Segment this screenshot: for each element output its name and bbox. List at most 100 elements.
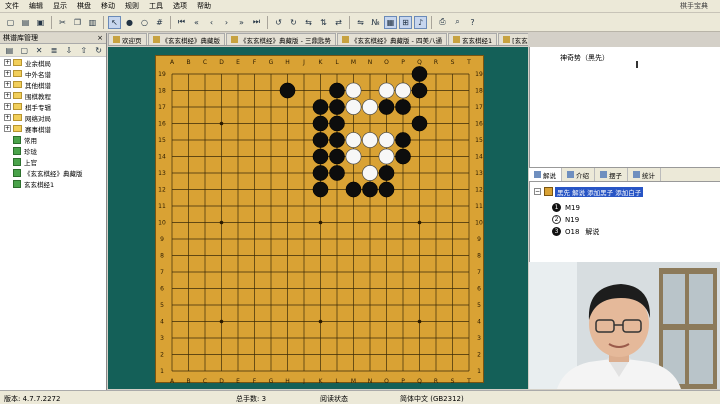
import-icon[interactable]: ⇩ xyxy=(62,44,75,57)
mirror-icon[interactable]: ⇄ xyxy=(332,16,345,29)
library-folder[interactable]: + 赛事棋谱 xyxy=(0,123,106,134)
document-tab[interactable]: 《玄玄棋经》典藏版 - 四美八通 xyxy=(336,33,447,45)
column-label: K xyxy=(319,59,324,66)
grid-icon[interactable]: # xyxy=(153,16,166,29)
toolbar-separator xyxy=(349,15,350,29)
collapse-icon[interactable]: − xyxy=(534,188,541,195)
white-stone xyxy=(345,82,362,99)
comment-text[interactable]: 神奇势（黑先） xyxy=(560,53,609,63)
status-total-moves: 总手数: 3 xyxy=(236,395,267,403)
library-record[interactable]: 玄玄棋经1 xyxy=(0,178,106,189)
tab-introduction[interactable]: 介绍 xyxy=(562,168,595,181)
menu-move[interactable]: 移动 xyxy=(96,0,120,13)
search-icon[interactable]: ⌕ xyxy=(451,16,464,29)
fast-forward-icon[interactable]: » xyxy=(235,16,248,29)
paste-icon[interactable]: ▥ xyxy=(86,16,99,29)
menu-edit[interactable]: 编辑 xyxy=(24,0,48,13)
black-stone-icon[interactable]: ● xyxy=(123,16,136,29)
go-board-grid[interactable]: AABBCCDDEEFFGGHHJJKKLLMMNNOOPPQQRRSSTT19… xyxy=(156,56,485,385)
expand-icon[interactable]: + xyxy=(4,103,11,110)
library-record[interactable]: 珍珑 xyxy=(0,145,106,156)
print-icon[interactable]: ⎙ xyxy=(436,16,449,29)
library-folder[interactable]: + 围棋教程 xyxy=(0,90,106,101)
white-stone-icon[interactable]: ○ xyxy=(138,16,151,29)
expand-icon[interactable]: + xyxy=(4,125,11,132)
new-record-icon[interactable]: ▢ xyxy=(18,44,31,57)
refresh-icon[interactable]: ↻ xyxy=(92,44,105,57)
rotate-right-icon[interactable]: ↻ xyxy=(287,16,300,29)
close-icon[interactable]: × xyxy=(97,34,103,42)
library-folder[interactable]: + 中外名谱 xyxy=(0,68,106,79)
copy-icon[interactable]: ❐ xyxy=(71,16,84,29)
expand-icon[interactable]: + xyxy=(4,70,11,77)
tab-commentary[interactable]: 解说 xyxy=(529,168,562,181)
white-stone xyxy=(345,132,362,148)
cut-icon[interactable]: ✂ xyxy=(56,16,69,29)
menu-file[interactable]: 文件 xyxy=(0,0,24,13)
black-stone xyxy=(312,148,329,165)
rotate-left-icon[interactable]: ↺ xyxy=(272,16,285,29)
library-record[interactable]: 常用 xyxy=(0,134,106,145)
move-item[interactable]: 2 N19 xyxy=(552,214,579,225)
column-label: L xyxy=(335,378,339,384)
expand-icon[interactable]: + xyxy=(4,114,11,121)
comment-panel[interactable]: 神奇势（黑先） xyxy=(529,47,720,168)
document-tab[interactable]: 欢迎页 xyxy=(108,33,147,45)
tab-setup[interactable]: 摆子 xyxy=(595,168,628,181)
menu-tools[interactable]: 工具 xyxy=(144,0,168,13)
column-label: O xyxy=(384,59,389,66)
show-numbers-icon[interactable]: ▦ xyxy=(384,15,397,29)
black-stone xyxy=(312,165,329,181)
coordinates-icon[interactable]: ⊞ xyxy=(399,15,412,29)
menu-help[interactable]: 帮助 xyxy=(192,0,216,13)
document-tab[interactable]: 《玄玄棋经》典藏版 - 三鼎匙势 xyxy=(226,33,336,45)
menu-rules[interactable]: 规则 xyxy=(120,0,144,13)
new-file-icon[interactable]: ▢ xyxy=(4,16,17,29)
library-folder[interactable]: + 网络对局 xyxy=(0,112,106,123)
document-tab[interactable]: [玄玄棋经1] - 神奇势 xyxy=(498,33,528,45)
library-record[interactable]: 《玄玄棋经》典藏版 xyxy=(0,167,106,178)
sound-icon[interactable]: ♪ xyxy=(414,15,427,29)
library-record[interactable]: 上官 xyxy=(0,156,106,167)
menu-options[interactable]: 选项 xyxy=(168,0,192,13)
last-move-icon[interactable]: ⏭ xyxy=(250,16,263,29)
white-stone xyxy=(378,132,395,148)
expand-icon[interactable]: + xyxy=(4,92,11,99)
move-item[interactable]: 1 M19 xyxy=(552,202,580,213)
move-item[interactable]: 3 O18 解说 xyxy=(552,226,599,237)
white-stone xyxy=(378,148,395,165)
row-label: 19 xyxy=(158,71,166,78)
document-tab[interactable]: 《玄玄棋经》典藏版 xyxy=(147,33,225,45)
menu-view[interactable]: 显示 xyxy=(48,0,72,13)
add-folder-icon[interactable]: ▤ xyxy=(3,44,16,57)
library-panel-title: 棋谱库管理 xyxy=(3,34,38,42)
back-icon[interactable]: ‹ xyxy=(205,16,218,29)
export-icon[interactable]: ⇧ xyxy=(77,44,90,57)
properties-icon[interactable]: ≣ xyxy=(48,44,61,57)
open-folder-icon[interactable]: ▤ xyxy=(19,16,32,29)
library-folder[interactable]: + 业余棋局 xyxy=(0,57,106,68)
expand-icon[interactable]: + xyxy=(4,59,11,66)
toolbar-separator xyxy=(170,15,171,29)
move-number-icon[interactable]: № xyxy=(369,16,382,29)
row-label: 9 xyxy=(477,236,481,243)
menu-board[interactable]: 棋盘 xyxy=(72,0,96,13)
flip-horizontal-icon[interactable]: ⇆ xyxy=(302,16,315,29)
pointer-icon[interactable]: ↖ xyxy=(108,15,121,29)
commentary-icon xyxy=(534,171,541,178)
expand-icon[interactable]: + xyxy=(4,81,11,88)
fast-back-icon[interactable]: « xyxy=(190,16,203,29)
document-tab[interactable]: 玄玄棋经1 xyxy=(447,33,498,45)
help-icon[interactable]: ? xyxy=(466,16,479,29)
tab-statistics[interactable]: 统计 xyxy=(628,168,661,181)
swap-icon[interactable]: ⇋ xyxy=(354,16,367,29)
forward-icon[interactable]: › xyxy=(220,16,233,29)
library-folder[interactable]: + 其他棋谱 xyxy=(0,79,106,90)
go-board[interactable]: A A B B C C D D E E F F G G H H J J K K L L M M N N O O P P Q Q R R S S T T 19… xyxy=(155,55,485,385)
variation-root[interactable]: − 黑先 解说 添加黑子 添加白子 xyxy=(534,186,644,197)
save-icon[interactable]: ▣ xyxy=(34,16,47,29)
delete-icon[interactable]: ✕ xyxy=(33,44,46,57)
first-move-icon[interactable]: ⏮ xyxy=(175,16,188,29)
flip-vertical-icon[interactable]: ⇅ xyxy=(317,16,330,29)
library-folder[interactable]: + 棋手专辑 xyxy=(0,101,106,112)
